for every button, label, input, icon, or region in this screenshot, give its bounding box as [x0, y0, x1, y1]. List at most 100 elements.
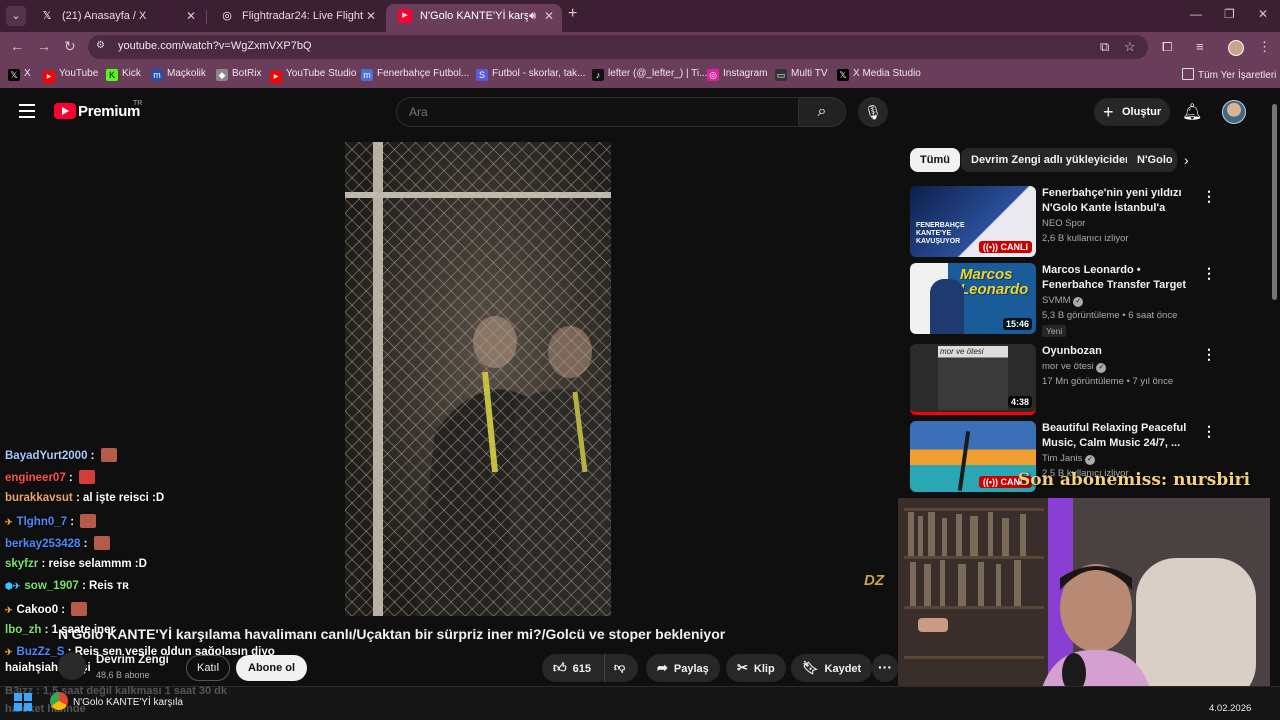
more-actions-icon[interactable]: ··· [872, 654, 898, 682]
chat-message: skyfzr : reise selammm :D [5, 558, 147, 570]
close-tab-icon[interactable]: ✕ [366, 4, 376, 28]
notifications-bell-icon[interactable]: 🔔︎ [1182, 102, 1202, 122]
channel-avatar[interactable] [58, 652, 86, 680]
menu-icon[interactable] [19, 104, 35, 118]
share-button[interactable]: ➦ Paylaş [646, 654, 720, 682]
plus-icon: + [1103, 102, 1114, 122]
bookmark-youtube-studio[interactable]: ▶ YouTube Studio [270, 68, 356, 83]
more-vert-icon[interactable]: ⋮ [1202, 423, 1216, 440]
all-bookmarks[interactable]: Tüm Yer İşaretleri [1182, 68, 1276, 81]
bookmark-x[interactable]: 𝕏X [8, 68, 31, 81]
media-controls-icon[interactable]: ≡ [1196, 39, 1204, 54]
video-duration: 4:38 [1007, 396, 1032, 408]
cast-icon[interactable]: ⧉ [1100, 39, 1109, 55]
browser-tab-bar: ⌄ 𝕏 (21) Anasayfa / X ✕ ◎ Flightradar24:… [0, 0, 1280, 32]
chevron-right-icon[interactable]: › [1184, 152, 1189, 168]
recommendation-item[interactable]: FENERBAHÇE KANTE'YE KAVUŞUYOR ((•)) CANL… [910, 186, 1230, 258]
emote-icon [93, 536, 110, 550]
live-badge: ((•)) CANLI [978, 241, 1032, 253]
brand-name[interactable]: Premium [78, 103, 140, 120]
profile-avatar[interactable] [1228, 40, 1244, 56]
chat-message: engineer07 : [5, 470, 95, 484]
bookmark-instagram[interactable]: ◎ Instagram [707, 68, 767, 81]
account-avatar[interactable] [1222, 100, 1246, 124]
close-tab-icon[interactable]: ✕ [544, 4, 554, 28]
chip-ngolo[interactable]: N'Golo [1127, 148, 1177, 172]
search-input[interactable] [397, 98, 798, 126]
video-thumbnail[interactable]: FENERBAHÇE KANTE'YE KAVUŞUYOR ((•)) CANL… [910, 186, 1036, 257]
new-tab-icon[interactable]: + [568, 5, 577, 23]
voice-search-button[interactable]: 🎙︎ [858, 97, 888, 127]
bookmark-futbol[interactable]: S Futbol - skorlar, tak... [476, 68, 585, 81]
back-icon[interactable]: ← [10, 38, 24, 54]
close-window-icon[interactable]: ✕ [1258, 7, 1268, 21]
create-button[interactable]: + Oluştur [1094, 98, 1170, 126]
chrome-icon[interactable] [50, 692, 68, 710]
recommendation-title[interactable]: Oyunbozan [1042, 344, 1194, 359]
clip-button[interactable]: ✂ Klip [726, 654, 786, 682]
extensions-icon[interactable]: ⧠ [1162, 39, 1172, 55]
save-button[interactable]: 🔖︎ Kaydet [791, 654, 873, 682]
youtube-studio-icon: ▶ [270, 71, 282, 83]
bookmark-xmedia[interactable]: 𝕏X Media Studio [837, 68, 921, 81]
maximize-icon[interactable]: ❐ [1224, 7, 1235, 21]
recommendation-title[interactable]: Beautiful Relaxing Peaceful Music, Calm … [1042, 421, 1194, 451]
bookmark-multitv[interactable]: ▭ Multi TV [775, 68, 828, 81]
tab-title: N'Golo KANTE'Yİ karşılama [420, 10, 528, 22]
tab-youtube-active[interactable]: ▶ N'Golo KANTE'Yİ karşılama 🔊︎ ✕ [386, 4, 562, 32]
recommendation-item[interactable]: mor ve ötesi 4:38 Oyunbozan mor ve ötesi… [910, 344, 1230, 416]
dislike-button[interactable]: 👎︎ [604, 654, 638, 682]
more-vert-icon[interactable]: ⋮ [1202, 188, 1216, 205]
join-button[interactable]: Katıl [186, 655, 231, 681]
video-player[interactable] [345, 142, 611, 616]
forward-icon[interactable]: → [37, 38, 51, 54]
more-vert-icon[interactable]: ⋮ [1202, 346, 1216, 363]
more-vert-icon[interactable]: ⋮ [1202, 265, 1216, 282]
tab-flightradar[interactable]: ◎ Flightradar24: Live Flight Tracker ✕ [208, 4, 384, 32]
video-thumbnail[interactable]: mor ve ötesi 4:38 [910, 344, 1036, 415]
search-button[interactable]: ⌕ [798, 97, 846, 127]
bookmark-star-icon[interactable]: ☆ [1124, 39, 1136, 55]
close-tab-icon[interactable]: ✕ [186, 4, 196, 28]
scrollbar-thumb[interactable] [1272, 104, 1277, 300]
subscribe-button[interactable]: Abone ol [236, 655, 308, 681]
recommendation-item[interactable]: Marcos Leonardo 15:46 Marcos Leonardo • … [910, 263, 1230, 337]
kick-icon: K [106, 69, 118, 81]
windows-start-icon[interactable] [14, 693, 32, 711]
sofascore-icon: S [476, 69, 488, 81]
chip-all[interactable]: Tümü [910, 148, 960, 172]
bookmark-mackolik[interactable]: m Maçkolik [151, 68, 206, 81]
bookmark-botrix[interactable]: ◆ BotRix [216, 68, 261, 81]
recommendation-channel[interactable]: Tim Janis ✓ [1042, 453, 1095, 465]
channel-name[interactable]: Devrim Zengi [96, 654, 169, 666]
youtube-logo-icon[interactable] [54, 103, 76, 119]
recommendation-title[interactable]: Fenerbahçe'nin yeni yıldızı N'Golo Kante… [1042, 186, 1194, 216]
reload-icon[interactable]: ↻ [64, 38, 76, 55]
recommendation-channel[interactable]: SVMM ✓ [1042, 295, 1084, 307]
speaker-icon[interactable]: 🔊︎ [529, 4, 536, 28]
search-box[interactable] [396, 97, 799, 127]
bookmark-fenerbahce[interactable]: m Fenerbahçe Futbol... [361, 68, 469, 81]
address-bar[interactable]: ⚙ youtube.com/watch?v=WgZxmVXP7bQ ⧉ ☆ [88, 35, 1148, 59]
x-logo-icon: 𝕏 [8, 69, 20, 81]
bookmark-youtube[interactable]: ▶ YouTube [43, 68, 98, 83]
recommendation-channel[interactable]: NEO Spor [1042, 218, 1085, 229]
taskbar-window-label[interactable]: N'Golo KANTE'Yİ karşıla [73, 697, 183, 708]
chat-message: burakkavsut : al işte reisci :D [5, 492, 165, 504]
like-button[interactable]: 👍︎ 615 [542, 654, 612, 682]
recommendation-title[interactable]: Marcos Leonardo • Fenerbahce Transfer Ta… [1042, 263, 1194, 293]
palm-tree-image [957, 431, 971, 491]
minimize-icon[interactable]: — [1190, 7, 1202, 21]
recommendation-channel[interactable]: mor ve ötesi ✓ [1042, 361, 1107, 373]
bookmark-kick[interactable]: K Kick [106, 68, 141, 81]
tab-search-icon[interactable]: ⌄ [6, 6, 26, 26]
site-info-icon[interactable]: ⚙ [96, 40, 112, 54]
bookmark-tiktok[interactable]: ♪ lefter (@_lefter_) | Ti... [592, 68, 707, 81]
video-thumbnail[interactable]: Marcos Leonardo 15:46 [910, 263, 1036, 334]
chip-from-uploader[interactable]: Devrim Zengi adlı yükleyiciden [961, 148, 1142, 172]
browser-menu-icon[interactable]: ⋮ [1258, 39, 1271, 55]
channel-watermark: DZ [864, 572, 884, 589]
sub-badge-icon: ✈ [5, 605, 13, 615]
tab-x-home[interactable]: 𝕏 (21) Anasayfa / X ✕ [28, 4, 204, 32]
last-subscriber-overlay: Son abonemiss: nursbiri [1018, 470, 1251, 490]
